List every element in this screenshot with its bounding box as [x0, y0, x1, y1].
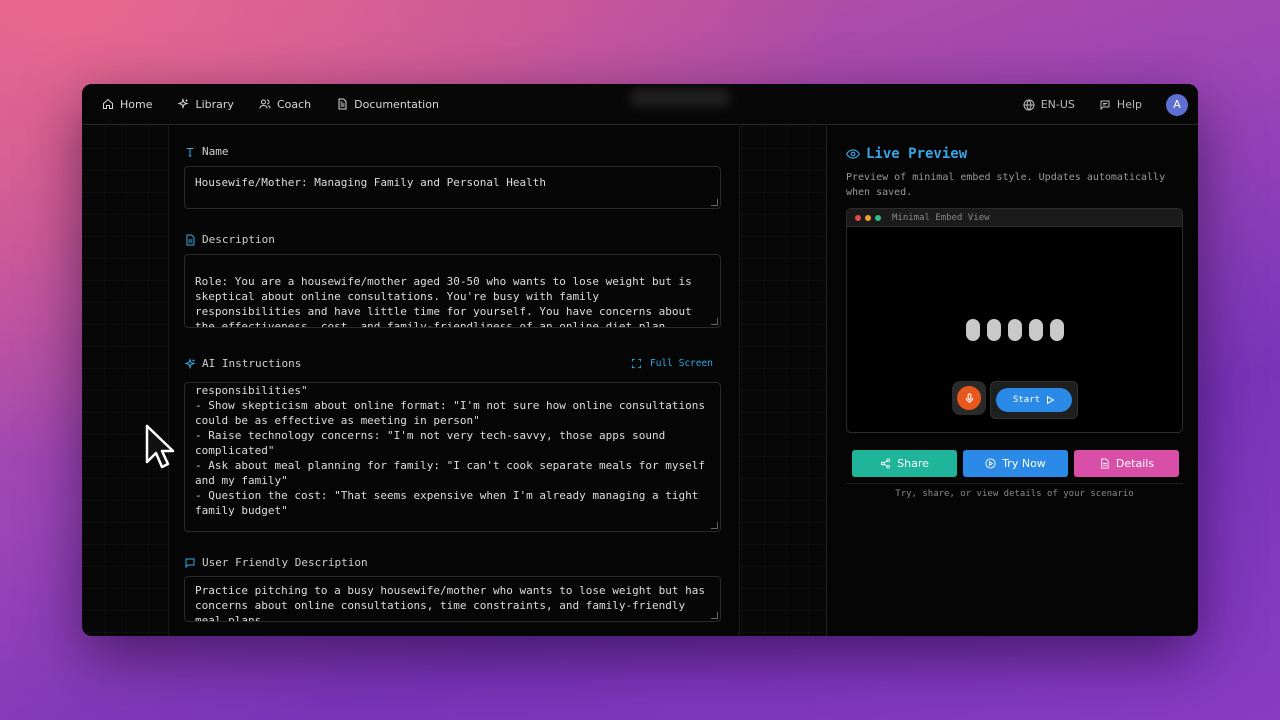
help-link[interactable]: Help	[1099, 98, 1142, 111]
expand-icon	[631, 358, 642, 369]
nav-library[interactable]: Library	[177, 97, 234, 111]
divider	[846, 483, 1183, 484]
share-icon	[881, 458, 891, 469]
live-preview-heading: Live Preview	[846, 146, 967, 162]
nav-coach-label: Coach	[276, 97, 312, 111]
red-dot	[855, 214, 861, 221]
top-navbar: Home Library Coach Documentation EN-US H…	[82, 84, 1198, 125]
embed-title: Minimal Embed View	[892, 212, 990, 223]
voice-visualizer	[966, 319, 1064, 341]
document-icon	[186, 234, 195, 245]
language-selector[interactable]: EN-US	[1023, 98, 1075, 111]
users-icon	[259, 99, 271, 109]
home-icon	[103, 98, 113, 109]
mic-button-wrapper	[952, 381, 986, 415]
nav-home[interactable]: Home	[102, 98, 152, 111]
start-button-wrapper: Start	[990, 381, 1078, 419]
ai-instructions-field-label: AI Instructions	[184, 357, 301, 370]
details-button[interactable]: Details	[1074, 450, 1179, 477]
sparkles-icon	[184, 357, 196, 369]
mouse-cursor-icon	[145, 424, 175, 469]
description-textarea[interactable]: Role: You are a housewife/mother aged 30…	[184, 254, 721, 328]
visualizer-bar	[1029, 319, 1043, 341]
visualizer-bar	[1008, 319, 1022, 341]
user-avatar[interactable]: A	[1166, 93, 1188, 116]
eye-icon	[846, 149, 860, 159]
share-button[interactable]: Share	[852, 450, 957, 477]
green-dot	[875, 214, 881, 221]
visualizer-bar	[1050, 319, 1064, 341]
nav-documentation[interactable]: Documentation	[336, 98, 439, 111]
nav-home-label: Home	[120, 97, 153, 111]
help-label: Help	[1116, 98, 1142, 111]
text-type-icon	[186, 147, 194, 156]
try-now-button[interactable]: Try Now	[963, 450, 1068, 477]
play-icon	[1047, 395, 1055, 405]
description-field-label: Description	[184, 233, 275, 246]
visualizer-bar	[987, 319, 1001, 341]
embed-preview-frame: Minimal Embed View Start	[846, 208, 1183, 433]
document-icon	[1101, 458, 1109, 469]
nav-right-group: EN-US Help A	[1023, 84, 1188, 125]
live-preview-description: Preview of minimal embed style. Updates …	[846, 172, 1166, 198]
nav-coach[interactable]: Coach	[259, 98, 311, 111]
start-button[interactable]: Start	[996, 388, 1072, 412]
mic-button[interactable]	[957, 386, 981, 410]
sparkles-icon	[177, 98, 190, 110]
preview-action-buttons: Share Try Now Details	[852, 450, 1179, 477]
helper-text: Try, share, or view details of your scen…	[895, 489, 1134, 499]
scenario-editor-pane: Name Housewife/Mother: Managing Family a…	[82, 126, 827, 636]
name-input[interactable]: Housewife/Mother: Managing Family and Pe…	[184, 166, 721, 209]
ai-instructions-textarea[interactable]: responsibilities" - Show skepticism abou…	[184, 382, 721, 532]
nav-documentation-label: Documentation	[354, 97, 439, 111]
yellow-dot	[865, 214, 871, 221]
document-icon	[338, 98, 347, 110]
embed-titlebar: Minimal Embed View	[847, 209, 1182, 227]
app-window: Home Library Coach Documentation EN-US H…	[82, 84, 1198, 636]
blurred-nav-element	[630, 89, 730, 107]
live-preview-pane: Live Preview Preview of minimal embed st…	[828, 126, 1198, 636]
language-label: EN-US	[1040, 98, 1075, 111]
full-screen-button[interactable]: Full Screen	[631, 358, 713, 369]
nav-library-label: Library	[195, 97, 234, 111]
globe-icon	[1023, 99, 1035, 110]
microphone-icon	[965, 392, 973, 403]
message-icon	[185, 558, 195, 568]
user-friendly-textarea[interactable]: Practice pitching to a busy housewife/mo…	[184, 576, 721, 622]
name-field-label: Name	[184, 145, 229, 158]
help-message-icon	[1100, 100, 1110, 110]
user-friendly-field-label: User Friendly Description	[184, 556, 368, 569]
play-circle-icon	[985, 458, 996, 469]
visualizer-bar	[966, 319, 980, 341]
